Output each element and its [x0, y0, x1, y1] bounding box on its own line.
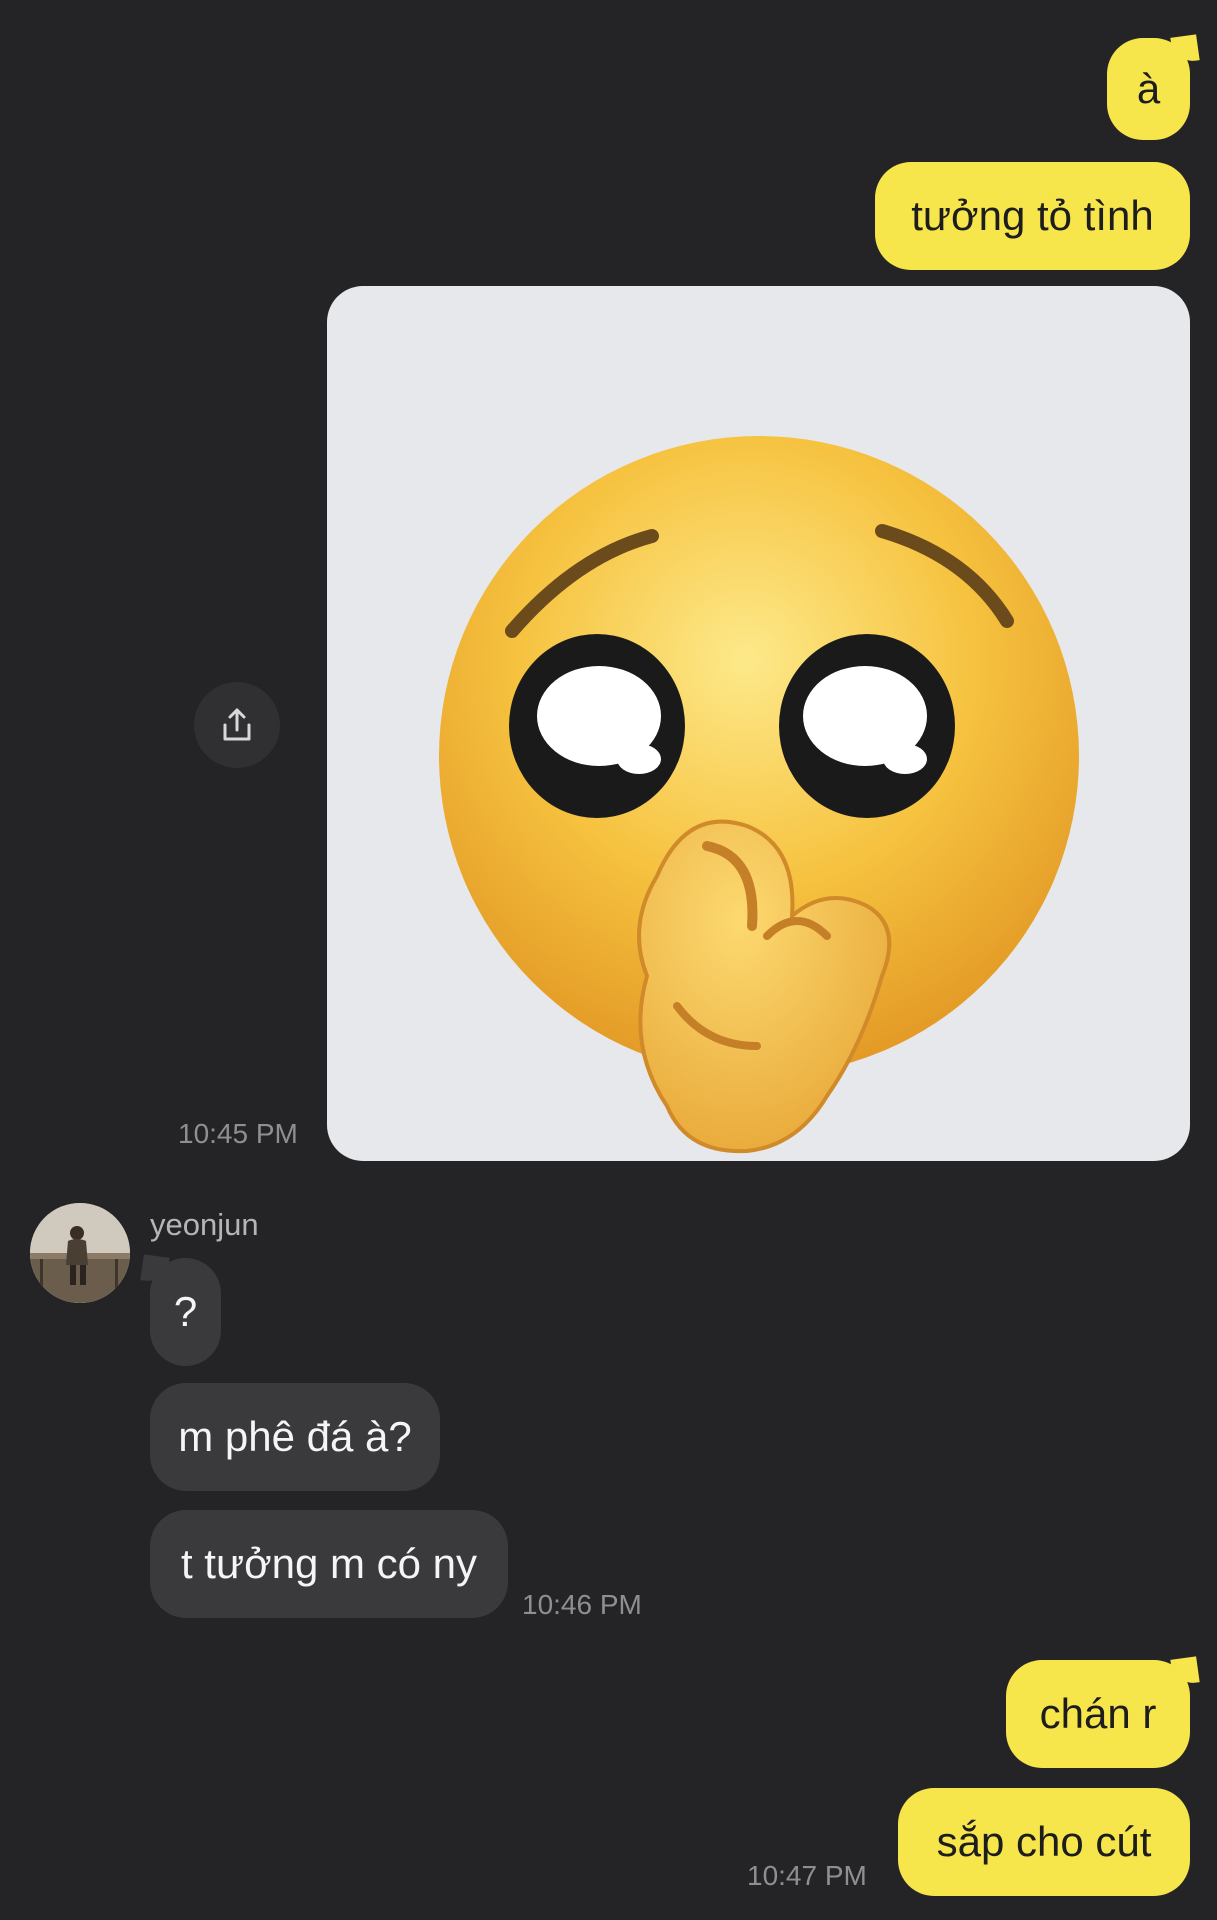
incoming-message[interactable]: m phê đá à?	[150, 1383, 440, 1491]
message-text: sắp cho cút	[936, 1818, 1152, 1865]
incoming-message[interactable]: t tưởng m có ny	[150, 1510, 508, 1618]
message-text: à	[1136, 65, 1161, 112]
message-text: ?	[173, 1288, 198, 1335]
message-text: t tưởng m có ny	[180, 1540, 478, 1587]
share-icon	[223, 708, 251, 741]
message-timestamp: 10:46 PM	[522, 1589, 642, 1620]
avatar-photo	[30, 1203, 130, 1303]
sticker-image[interactable]	[327, 286, 1190, 1161]
message-text: m phê đá à?	[178, 1413, 412, 1460]
message-text: chán r	[1039, 1690, 1157, 1737]
outgoing-message[interactable]: chán r	[1006, 1660, 1190, 1768]
outgoing-message[interactable]: sắp cho cút	[898, 1788, 1190, 1896]
share-button[interactable]	[194, 682, 280, 768]
outgoing-message[interactable]: tưởng tỏ tình	[875, 162, 1190, 270]
avatar[interactable]	[30, 1203, 130, 1303]
message-text: tưởng tỏ tình	[911, 192, 1154, 239]
sender-name: yeonjun	[150, 1207, 259, 1242]
pleading-face-emoji	[439, 436, 1079, 1154]
message-timestamp: 10:45 PM	[178, 1118, 298, 1149]
message-timestamp: 10:47 PM	[747, 1860, 867, 1891]
